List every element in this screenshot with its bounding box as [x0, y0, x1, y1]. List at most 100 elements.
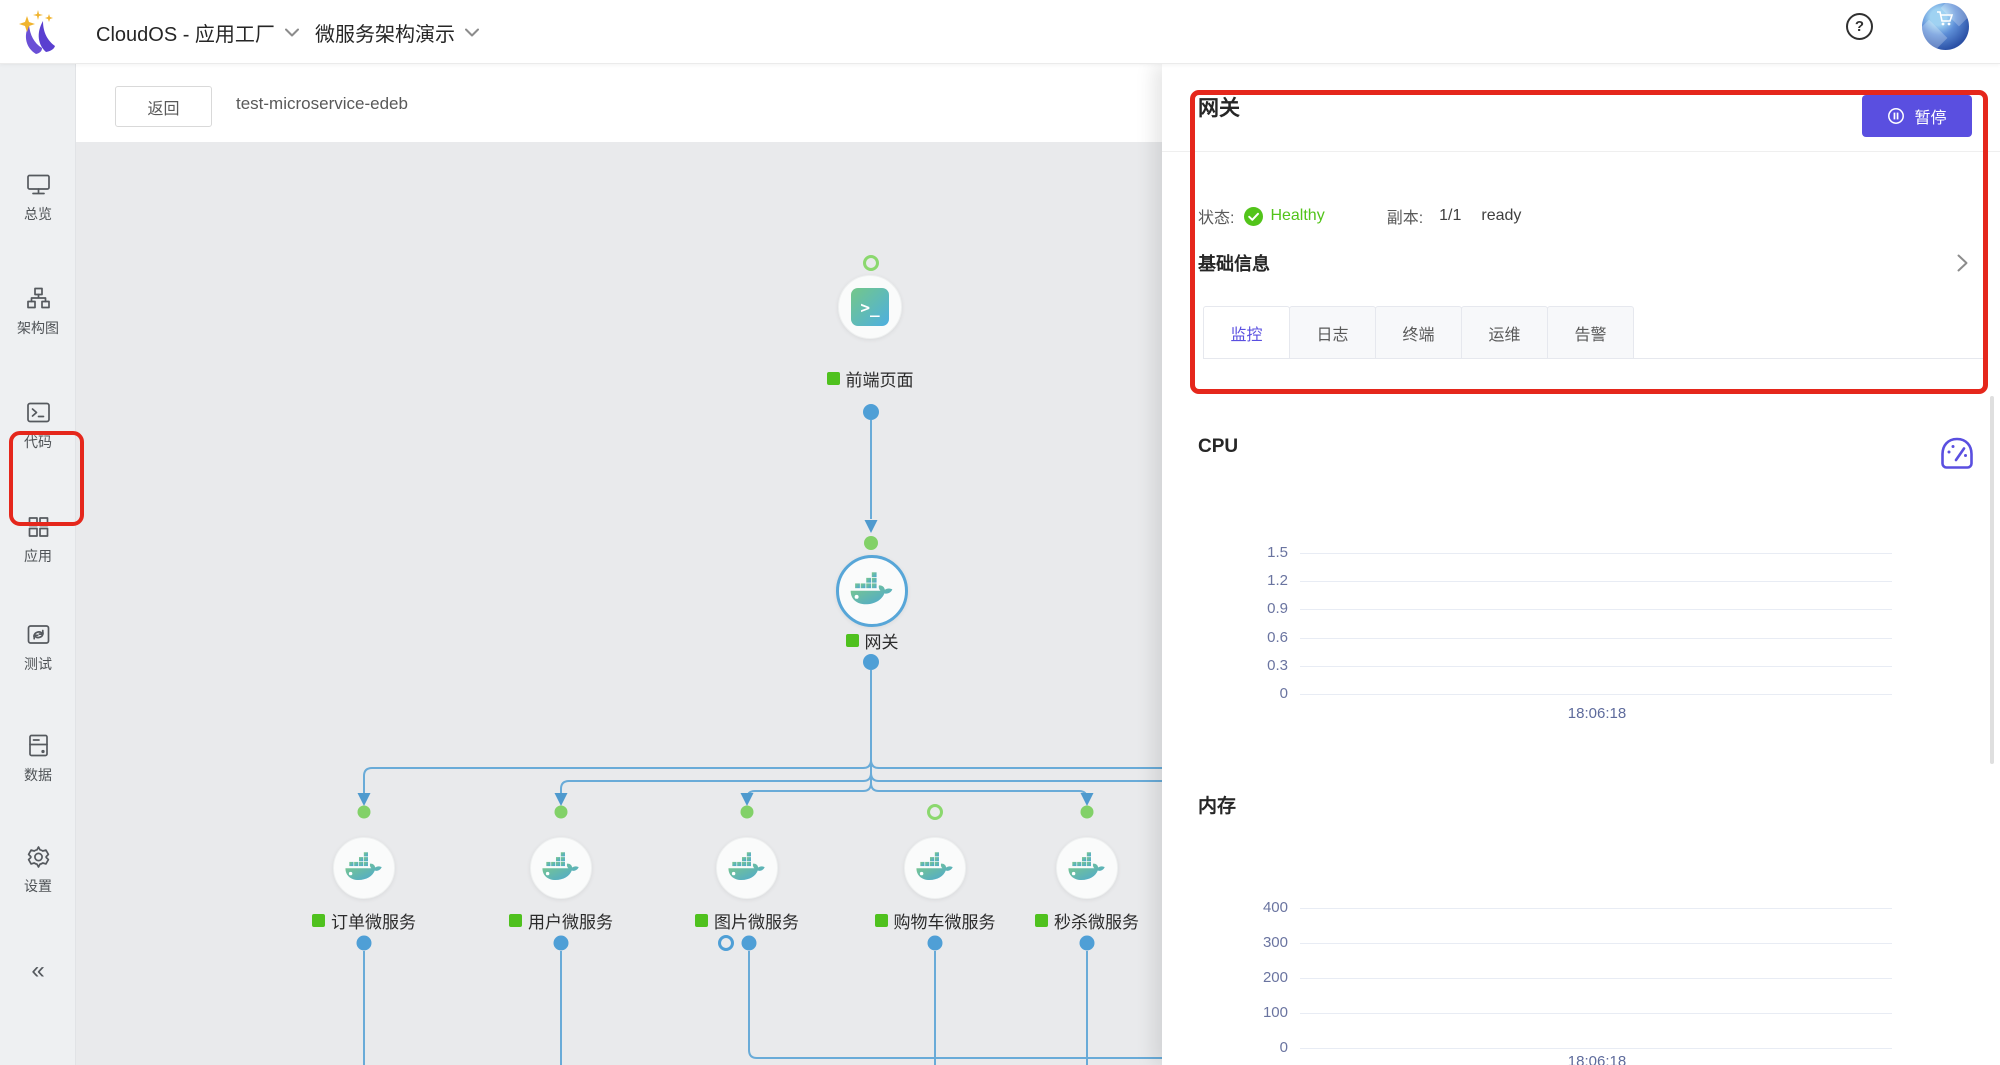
grid-line — [1300, 1048, 1892, 1049]
topology-canvas[interactable]: >_前端页面网关订单微服务用户微服务图片微服务购物车微服务秒杀微服务 — [76, 142, 1162, 1065]
app-header: CloudOS - 应用工厂 微服务架构演示 ? — [0, 0, 2000, 64]
product-title: CloudOS - 应用工厂 — [96, 18, 275, 47]
x-tick-label: 18:06:18 — [1527, 705, 1667, 722]
grid-icon — [25, 513, 52, 540]
pause-label: 暂停 — [1914, 104, 1946, 128]
status-square-icon — [1035, 914, 1048, 927]
replicas-ready: ready — [1481, 207, 1521, 225]
sidebar-item-architecture[interactable]: 架构图 — [0, 285, 76, 338]
y-tick-label: 1.2 — [1202, 572, 1288, 589]
healthy-check-icon — [1244, 207, 1263, 226]
back-button[interactable]: 返回 — [115, 86, 212, 127]
edge-arrowheads — [358, 520, 1094, 806]
tab-运维[interactable]: 运维 — [1461, 306, 1548, 359]
y-tick-label: 0.3 — [1202, 657, 1288, 674]
loop-icon — [25, 621, 52, 648]
y-tick-label: 0 — [1202, 1039, 1288, 1056]
content-toolbar: 返回 test-microservice-edeb — [76, 64, 1162, 142]
topology-node-image[interactable] — [716, 837, 778, 899]
chevron-right-icon[interactable] — [1957, 254, 1968, 272]
chevron-down-icon — [285, 28, 299, 37]
tab-告警[interactable]: 告警 — [1547, 306, 1634, 359]
y-tick-label: 0 — [1202, 685, 1288, 702]
status-label: 状态: — [1198, 204, 1234, 228]
sidebar-item-test[interactable]: 测试 — [0, 621, 76, 674]
x-tick-label: 18:06:18 — [1527, 1053, 1667, 1065]
topology-node-seckill[interactable] — [1056, 837, 1118, 899]
terminal-node-icon: >_ — [851, 288, 889, 326]
sidebar-item-label: 数据 — [24, 765, 52, 785]
grid-line — [1300, 943, 1892, 944]
topology-node-cart[interactable] — [904, 837, 966, 899]
grid-line — [1300, 694, 1892, 695]
docker-whale-icon — [1067, 852, 1107, 885]
status-square-icon — [846, 634, 859, 647]
cart-icon — [1936, 11, 1954, 27]
docker-whale-icon — [727, 852, 767, 885]
grid-line — [1300, 666, 1892, 667]
sidebar-item-code[interactable]: 代码 — [0, 399, 76, 452]
sidebar-item-label: 测试 — [24, 654, 52, 674]
y-tick-label: 100 — [1202, 1004, 1288, 1021]
tab-监控[interactable]: 监控 — [1203, 306, 1290, 359]
docker-whale-icon — [915, 852, 955, 885]
tab-日志[interactable]: 日志 — [1289, 306, 1376, 359]
grid-line — [1300, 553, 1892, 554]
basic-info-label: 基础信息 — [1198, 250, 1270, 276]
sidebar-item-label: 代码 — [24, 432, 52, 452]
y-tick-label: 0.9 — [1202, 600, 1288, 617]
panel-tabs: 监控日志终端运维告警 — [1203, 306, 1634, 359]
docker-whale-icon — [541, 852, 581, 885]
topology-node-user[interactable] — [530, 837, 592, 899]
chart-title-内存: 内存 — [1198, 791, 1236, 818]
sidebar-item-data[interactable]: 数据 — [0, 732, 76, 785]
basic-info-row[interactable]: 基础信息 — [1198, 250, 1968, 276]
y-tick-label: 200 — [1202, 969, 1288, 986]
chart-title-CPU: CPU — [1198, 436, 1238, 458]
monitor-icon — [25, 171, 52, 198]
replicas-label: 副本: — [1387, 204, 1423, 228]
y-tick-label: 0.6 — [1202, 629, 1288, 646]
y-tick-label: 300 — [1202, 934, 1288, 951]
divider — [1162, 151, 2000, 152]
grid-line — [1300, 1013, 1892, 1014]
help-icon[interactable]: ? — [1846, 13, 1873, 40]
topology-node-label-frontend: 前端页面 — [720, 366, 1020, 391]
sidebar-item-apps[interactable]: 应用 — [0, 513, 76, 566]
gauge-icon — [1938, 435, 1976, 473]
topology-node-label-gateway: 网关 — [722, 628, 1022, 653]
avatar[interactable] — [1922, 3, 1969, 50]
sitemap-icon — [25, 285, 52, 312]
grid-line — [1300, 638, 1892, 639]
sidebar-item-label: 架构图 — [17, 318, 59, 338]
panel-title: 网关 — [1198, 92, 1240, 122]
status-square-icon — [312, 914, 325, 927]
grid-line — [1300, 908, 1892, 909]
sidebar-item-settings[interactable]: 设置 — [0, 843, 76, 896]
sidebar-item-label: 总览 — [24, 204, 52, 224]
terminal-icon — [25, 399, 52, 426]
tab-终端[interactable]: 终端 — [1375, 306, 1462, 359]
chevron-down-icon — [465, 28, 479, 37]
panel-scrollbar-thumb[interactable] — [1990, 396, 1994, 764]
status-square-icon — [509, 914, 522, 927]
topology-node-frontend[interactable]: >_ — [838, 275, 902, 339]
gear-icon — [25, 843, 52, 870]
docker-whale-icon — [344, 852, 384, 885]
project-switcher[interactable]: 微服务架构演示 — [315, 0, 479, 64]
database-icon — [25, 732, 52, 759]
sidebar-item-overview[interactable]: 总览 — [0, 171, 76, 224]
grid-line — [1300, 581, 1892, 582]
y-tick-label: 400 — [1202, 899, 1288, 916]
sidebar-collapse-button[interactable]: « — [0, 957, 76, 985]
topology-node-gateway[interactable] — [836, 555, 908, 627]
cloudos-logo-icon — [16, 8, 62, 56]
topology-node-label-seckill: 秒杀微服务 — [937, 908, 1162, 933]
pause-button[interactable]: 暂停 — [1862, 95, 1972, 137]
project-title: 微服务架构演示 — [315, 18, 455, 47]
tabbar-line — [1203, 358, 1986, 359]
docker-whale-icon — [849, 572, 895, 610]
topology-node-order[interactable] — [333, 837, 395, 899]
product-switcher[interactable]: CloudOS - 应用工厂 — [96, 0, 299, 64]
status-row: 状态: Healthy 副本: 1/1 ready — [1198, 204, 1521, 228]
